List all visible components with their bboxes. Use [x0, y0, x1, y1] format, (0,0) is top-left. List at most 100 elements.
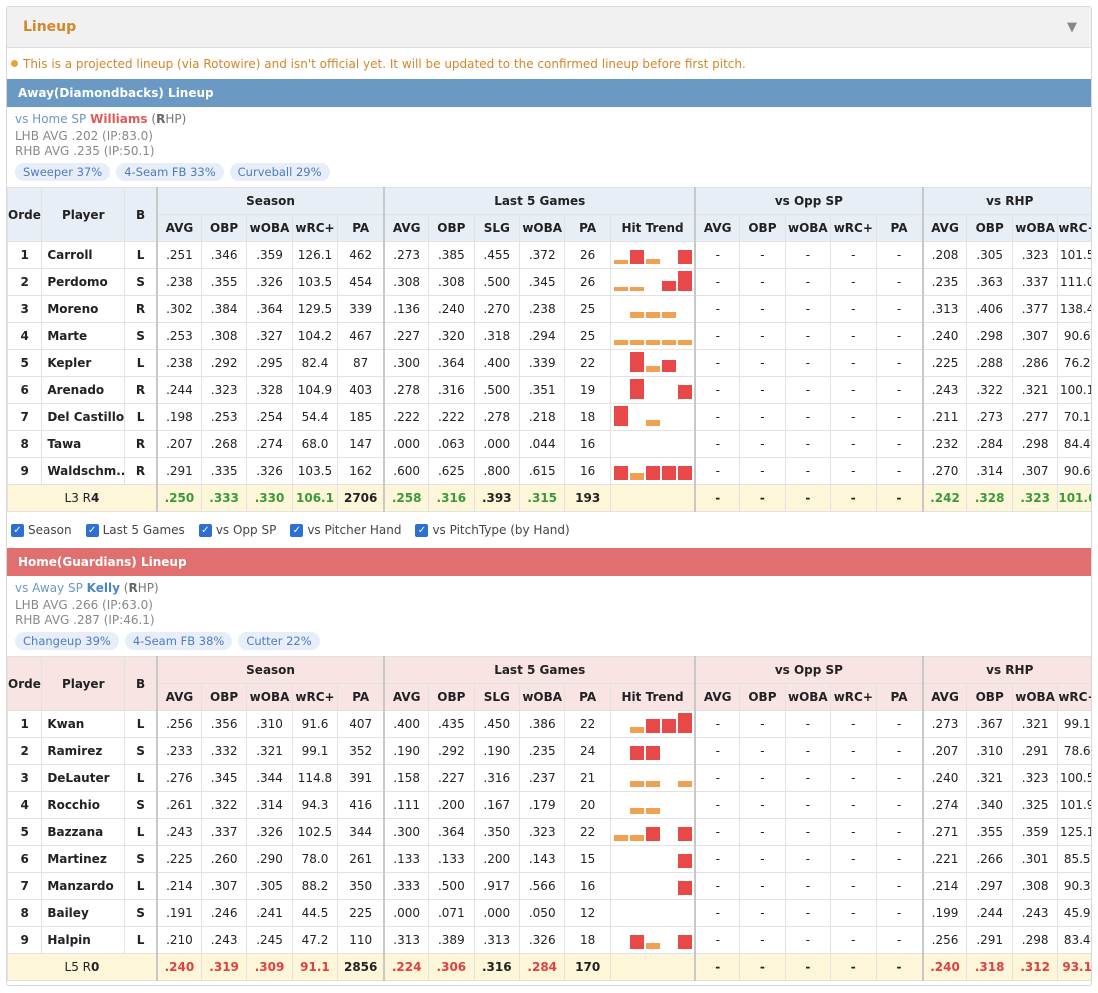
player-name[interactable]: Manzardo — [41, 872, 126, 900]
player-name[interactable]: Perdomo — [41, 268, 126, 296]
toggle-checkbox[interactable]: ✓ Season — [11, 523, 72, 537]
col-season[interactable]: wOBA — [246, 683, 293, 711]
opp-sp-stat: - — [739, 737, 786, 765]
col-season[interactable]: AVG — [155, 683, 202, 711]
col-season[interactable]: PA — [337, 214, 385, 242]
player-name[interactable]: Carroll — [41, 241, 126, 269]
player-name[interactable]: Kepler — [41, 349, 126, 377]
col-opp[interactable]: wOBA — [784, 683, 832, 711]
team-total-row: L3 R4.250.333.330 106.1 2706.258.316.393.3… — [7, 484, 1091, 512]
checkbox-icon[interactable]: ✓ — [85, 523, 99, 537]
checkbox-icon[interactable]: ✓ — [11, 523, 24, 537]
player-name[interactable]: Ramirez — [41, 737, 126, 765]
col-opp[interactable]: wRC+ — [830, 214, 877, 242]
season-stat: 462 — [337, 241, 385, 269]
col-rhp[interactable]: AVG — [921, 683, 968, 711]
player-name[interactable]: Waldschm... — [41, 457, 126, 485]
opp-sp-stat: - — [875, 764, 924, 792]
col-last5[interactable]: wOBA — [518, 683, 566, 711]
last5-stat: 26 — [564, 241, 611, 269]
player-name[interactable]: DeLauter — [41, 764, 126, 792]
col-last5[interactable]: PA — [564, 683, 611, 711]
last5-stat: .270 — [473, 295, 521, 323]
col-rhp[interactable]: wRC+ — [1057, 214, 1091, 242]
total-season-stat: .240 — [155, 953, 202, 981]
season-stat: .295 — [246, 349, 293, 377]
rhp-stat: .277 — [1011, 403, 1059, 431]
sp-name-link[interactable]: Williams — [90, 112, 147, 126]
player-name[interactable]: Arenado — [41, 376, 126, 404]
player-name[interactable]: Moreno — [41, 295, 126, 323]
toggle-checkbox[interactable]: ✓ vs Opp SP — [198, 523, 276, 537]
col-opp[interactable]: wOBA — [784, 214, 832, 242]
player-name[interactable]: Halpin — [41, 926, 126, 954]
col-last5[interactable]: AVG — [383, 214, 430, 242]
player-name[interactable]: Marte — [41, 322, 126, 350]
pitch-pill[interactable]: Curveball 29% — [229, 163, 330, 181]
col-opp[interactable]: OBP — [739, 214, 786, 242]
col-last5[interactable]: AVG — [383, 683, 430, 711]
home-sp-info: vs Away SP Kelly (RHP) LHB AVG .266 (IP:6… — [7, 576, 1091, 656]
collapse-caret-icon[interactable]: ▼ — [1067, 20, 1077, 35]
opp-sp-stat: - — [739, 899, 786, 927]
opp-sp-stat: - — [694, 926, 741, 954]
col-opp[interactable]: wRC+ — [830, 683, 877, 711]
checkbox-icon[interactable]: ✓ — [290, 523, 304, 537]
col-order: Order — [7, 187, 43, 242]
pitch-pill[interactable]: Changeup 39% — [15, 632, 119, 650]
sp-name-link[interactable]: Kelly — [87, 581, 120, 595]
total-rhp-stat: 101.6 — [1057, 484, 1091, 512]
col-rhp[interactable]: OBP — [966, 683, 1013, 711]
col-season[interactable]: PA — [337, 683, 385, 711]
opp-sp-stat: - — [830, 899, 877, 927]
col-last5[interactable]: SLG — [473, 683, 521, 711]
col-opp[interactable]: AVG — [694, 683, 741, 711]
col-rhp[interactable]: OBP — [966, 214, 1013, 242]
toggle-checkbox[interactable]: ✓ vs Pitcher Hand — [290, 523, 401, 537]
col-rhp[interactable]: wRC+ — [1057, 683, 1091, 711]
player-name[interactable]: Bailey — [41, 899, 126, 927]
lineup-header[interactable]: Lineup ▼ — [7, 7, 1091, 48]
hit-trend — [609, 295, 696, 323]
hit-trend-bar — [645, 719, 660, 733]
checkbox-icon[interactable]: ✓ — [198, 523, 212, 537]
col-opp[interactable]: PA — [875, 214, 924, 242]
checkbox-icon[interactable]: ✓ — [415, 523, 429, 537]
col-season[interactable]: OBP — [200, 214, 248, 242]
toggle-checkbox[interactable]: ✓ Last 5 Games — [85, 523, 185, 537]
season-stat: .332 — [200, 737, 248, 765]
col-last5[interactable]: wOBA — [518, 214, 566, 242]
col-last5[interactable]: OBP — [428, 214, 475, 242]
col-opp[interactable]: PA — [875, 683, 924, 711]
player-name[interactable]: Bazzana — [41, 818, 126, 846]
sp-prefix: vs Home SP — [15, 112, 87, 126]
col-opp[interactable]: AVG — [694, 214, 741, 242]
col-last5[interactable]: Hit Trend — [609, 683, 696, 711]
col-rhp[interactable]: AVG — [921, 214, 968, 242]
season-stat: .302 — [155, 295, 202, 323]
player-name[interactable]: Kwan — [41, 710, 126, 738]
last5-stat: .372 — [518, 241, 566, 269]
pitch-pill[interactable]: 4-Seam FB 38% — [124, 632, 233, 650]
player-name[interactable]: Tawa — [41, 430, 126, 458]
col-last5[interactable]: Hit Trend — [609, 214, 696, 242]
player-name[interactable]: Rocchio — [41, 791, 126, 819]
pitch-pill[interactable]: Cutter 22% — [238, 632, 320, 650]
col-opp[interactable]: OBP — [739, 683, 786, 711]
toggle-checkbox[interactable]: ✓ vs PitchType (by Hand) — [415, 523, 570, 537]
player-name[interactable]: Martinez — [41, 845, 126, 873]
pitch-pill[interactable]: 4-Seam FB 33% — [116, 163, 224, 181]
col-season[interactable]: OBP — [200, 683, 248, 711]
col-season[interactable]: wRC+ — [291, 214, 339, 242]
col-season[interactable]: AVG — [155, 214, 202, 242]
col-rhp[interactable]: wOBA — [1011, 683, 1059, 711]
col-rhp[interactable]: wOBA — [1011, 214, 1059, 242]
col-last5[interactable]: SLG — [473, 214, 521, 242]
col-last5[interactable]: PA — [564, 214, 611, 242]
pitch-pill[interactable]: Sweeper 37% — [15, 163, 111, 181]
col-season[interactable]: wRC+ — [291, 683, 339, 711]
player-name[interactable]: Del Castillo — [41, 403, 126, 431]
col-season[interactable]: wOBA — [246, 214, 293, 242]
opp-sp-stat: - — [739, 241, 786, 269]
col-last5[interactable]: OBP — [428, 683, 475, 711]
